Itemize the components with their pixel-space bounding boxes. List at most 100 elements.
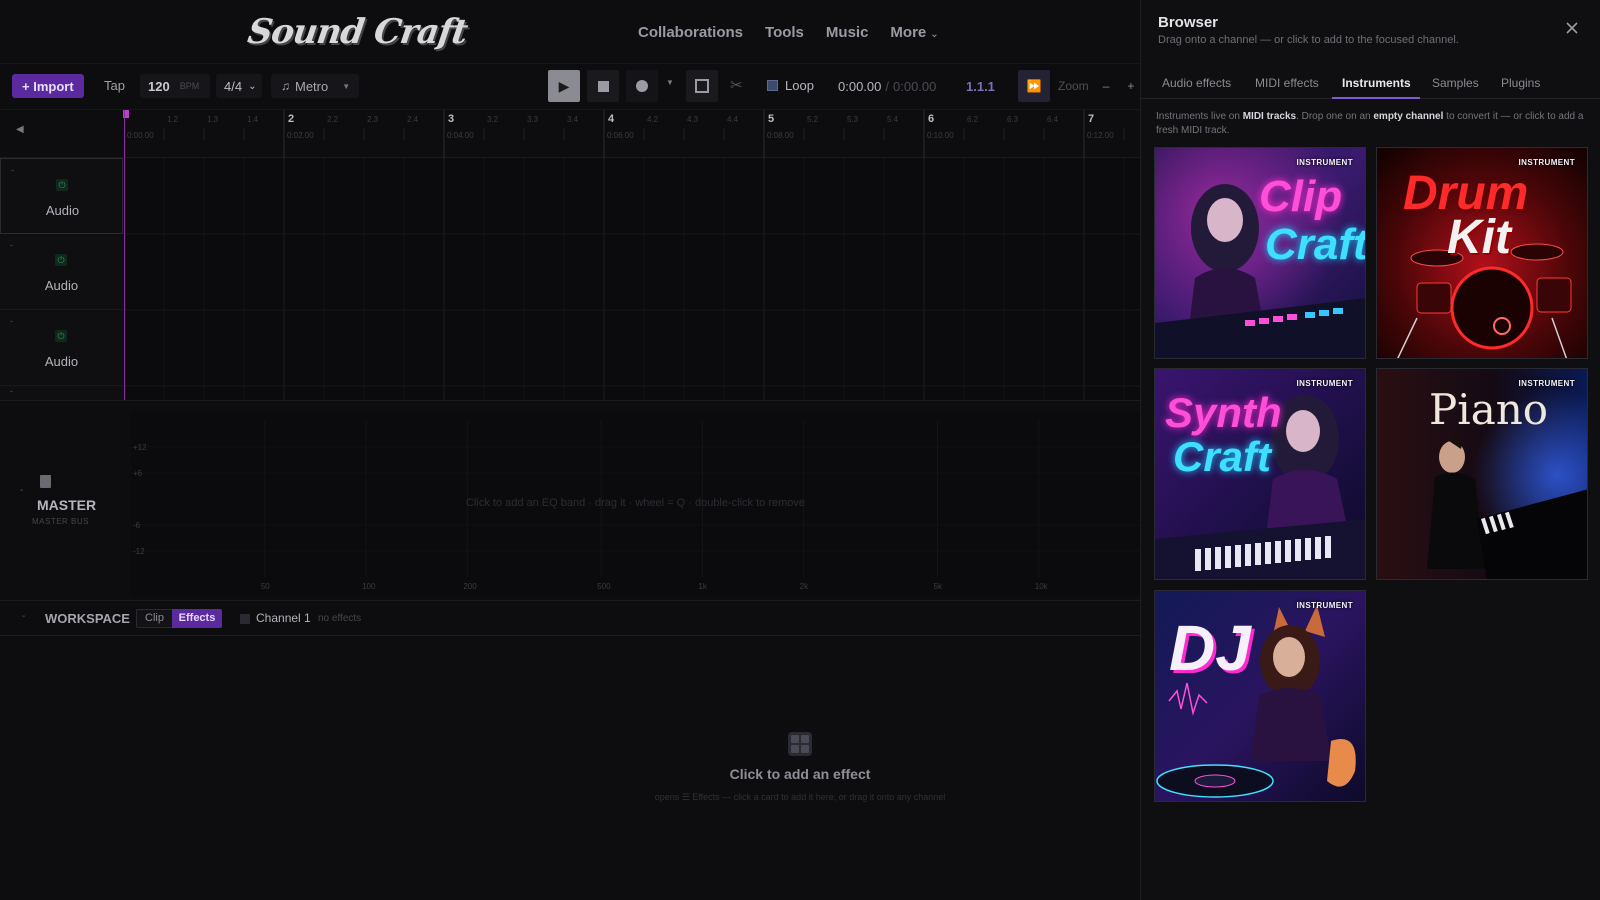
master-subtitle: MASTER BUS xyxy=(32,517,90,526)
close-icon[interactable] xyxy=(1564,20,1580,36)
instrument-card-dj[interactable]: DJ INSTRUMENT xyxy=(1154,590,1366,802)
nav-more[interactable]: More ⌄ xyxy=(890,24,938,41)
loop-toggle[interactable]: Loop xyxy=(767,78,814,93)
ruler-beat-label: 5.3 xyxy=(847,115,859,124)
loop-checkbox[interactable] xyxy=(767,80,778,91)
track-collapse[interactable]: - xyxy=(10,240,13,250)
play-button[interactable]: ▶ xyxy=(548,70,580,102)
track-label: Audio xyxy=(44,278,79,293)
collapse-left-icon[interactable]: ◀ xyxy=(16,124,24,135)
nav-more-label: More xyxy=(890,24,927,41)
tab-plugins[interactable]: Plugins xyxy=(1501,76,1540,90)
app-logo[interactable]: Sound Craft xyxy=(245,12,469,52)
ruler-beat-label: 3.2 xyxy=(487,115,499,124)
master-header: - MASTER MASTER BUS xyxy=(0,401,130,601)
zoom-out-button[interactable]: – xyxy=(1103,79,1110,93)
nav-tools[interactable]: Tools xyxy=(765,24,804,41)
follow-playhead-button[interactable]: ⏩ xyxy=(1018,70,1050,102)
bpm-value: 120 xyxy=(148,78,170,94)
stop-icon xyxy=(597,80,609,92)
tab-midi-effects[interactable]: MIDI effects xyxy=(1255,76,1319,90)
eq-freq-label: 50 xyxy=(261,582,270,591)
ruler-bar-label: 2 xyxy=(288,113,294,125)
metronome-label: Metro xyxy=(295,78,329,94)
ruler-beat-label: 6.2 xyxy=(967,115,979,124)
instrument-card-drum-kit[interactable]: Drum Kit INSTRUMENT xyxy=(1376,147,1588,359)
metronome-button[interactable]: ♫ Metro ▼ xyxy=(271,74,359,98)
instrument-badge: INSTRUMENT xyxy=(1518,158,1575,167)
ruler-beat-label: 1.2 xyxy=(167,115,179,124)
ruler-bar-label: 5 xyxy=(768,113,774,125)
record-button[interactable] xyxy=(626,70,658,102)
track-collapse[interactable]: - xyxy=(10,386,13,396)
eq-hint: Click to add an EQ band · drag it · whee… xyxy=(465,497,806,509)
workspace-collapse[interactable]: - xyxy=(22,611,25,622)
chevron-down-icon: ⌄ xyxy=(930,29,939,40)
channel-status: no effects xyxy=(318,613,362,624)
import-button[interactable]: + Import xyxy=(12,74,84,98)
eq-freq-label: 10k xyxy=(1035,582,1049,591)
stop-button[interactable] xyxy=(587,70,619,102)
instrument-card-piano[interactable]: Piano INSTRUMENT xyxy=(1376,368,1588,580)
track-collapse[interactable]: - xyxy=(11,165,14,175)
loop-label: Loop xyxy=(785,78,814,93)
caret-down-icon[interactable]: ▼ xyxy=(342,82,350,91)
eq-freq-label: 200 xyxy=(463,582,477,591)
ruler-bar-label: 7 xyxy=(1088,113,1094,125)
track-label: Audio xyxy=(45,203,80,218)
browser-title: Browser xyxy=(1158,14,1219,31)
tab-effects[interactable]: Effects xyxy=(172,609,222,628)
track-header[interactable]: - ⏻ Audio xyxy=(0,234,123,310)
master-collapse[interactable]: - xyxy=(20,485,23,496)
track-header[interactable]: - ⏻ Audio xyxy=(0,310,123,386)
ruler-bar-label: 4 xyxy=(608,113,615,125)
track-header-partial[interactable]: - xyxy=(0,386,123,400)
tab-samples[interactable]: Samples xyxy=(1432,76,1479,90)
ruler-beat-label: 3.4 xyxy=(567,115,579,124)
nav-links: Collaborations Tools Music More ⌄ xyxy=(638,24,939,41)
browser-tabs: Audio effects MIDI effects Instruments S… xyxy=(1141,66,1600,99)
master-fader-icon[interactable] xyxy=(40,475,51,488)
power-icon[interactable]: ⏻ xyxy=(55,254,67,266)
ruler-beat-label: 6.4 xyxy=(1047,115,1059,124)
power-icon[interactable]: ⏻ xyxy=(55,330,67,342)
workspace-bar: - WORKSPACE Clip Effects Channel 1 no ef… xyxy=(0,600,1140,636)
card-title: Kit xyxy=(1447,211,1511,264)
note-text: Instruments live on xyxy=(1156,111,1243,122)
workspace-body[interactable]: Click to add an effect opens ☰ Effects —… xyxy=(0,636,1140,900)
tab-clip[interactable]: Clip xyxy=(136,609,172,628)
nav-collaborations[interactable]: Collaborations xyxy=(638,24,743,41)
card-title: Synth xyxy=(1165,389,1282,436)
ruler-time-label: 0:08.00 xyxy=(767,131,794,140)
ruler-beat-label: 6.3 xyxy=(1007,115,1019,124)
select-tool-button[interactable] xyxy=(686,70,718,102)
eq-freq-label: 1k xyxy=(698,582,707,591)
instrument-card-synth-craft[interactable]: Synth Craft INSTRUMENT xyxy=(1154,368,1366,580)
instrument-card-clip-craft[interactable]: Clip Craft INSTRUMENT xyxy=(1154,147,1366,359)
zoom-control: Zoom – + xyxy=(1058,79,1134,93)
track-header[interactable]: - ⏻ Audio xyxy=(0,158,123,234)
zoom-in-button[interactable]: + xyxy=(1127,79,1134,93)
timeline-ruler[interactable]: ◀ 1.2 1.3 1.4 0:00.00 2 2.2 2.3 2.4 0:02.00 3 3.2 3… xyxy=(0,110,1140,158)
tab-audio-effects[interactable]: Audio effects xyxy=(1162,76,1231,90)
time-signature-select[interactable]: 4/4 ⌄ xyxy=(216,74,262,98)
eq-graph[interactable]: 50 100 200 500 1k 2k 5k 10k +12 +6 -6 -12 Click to … xyxy=(131,411,1140,595)
track-collapse[interactable]: - xyxy=(10,316,13,326)
bpm-input[interactable]: 120 BPM xyxy=(140,74,210,98)
nav-music[interactable]: Music xyxy=(826,24,869,41)
eq-db-label: +6 xyxy=(133,469,143,478)
scissors-icon[interactable]: ✂ xyxy=(730,76,743,94)
channel-checkbox[interactable] xyxy=(240,614,250,624)
record-options-caret-icon[interactable]: ▼ xyxy=(666,78,674,87)
power-icon[interactable]: ⏻ xyxy=(56,179,68,191)
track-lanes[interactable] xyxy=(123,158,1140,400)
card-title: DJ xyxy=(1169,612,1251,684)
tap-tempo-button[interactable]: Tap xyxy=(104,78,125,93)
transport-toolbar: + Import Tap 120 BPM 4/4 ⌄ ♫ Metro ▼ ▶ ▼… xyxy=(0,64,1140,110)
tab-instruments[interactable]: Instruments xyxy=(1342,76,1411,90)
card-title: Craft xyxy=(1173,433,1272,480)
card-title: Clip xyxy=(1259,172,1343,221)
ruler-beat-label: 4.4 xyxy=(727,115,739,124)
bpm-unit: BPM xyxy=(179,81,200,91)
card-title: Piano xyxy=(1429,385,1549,434)
